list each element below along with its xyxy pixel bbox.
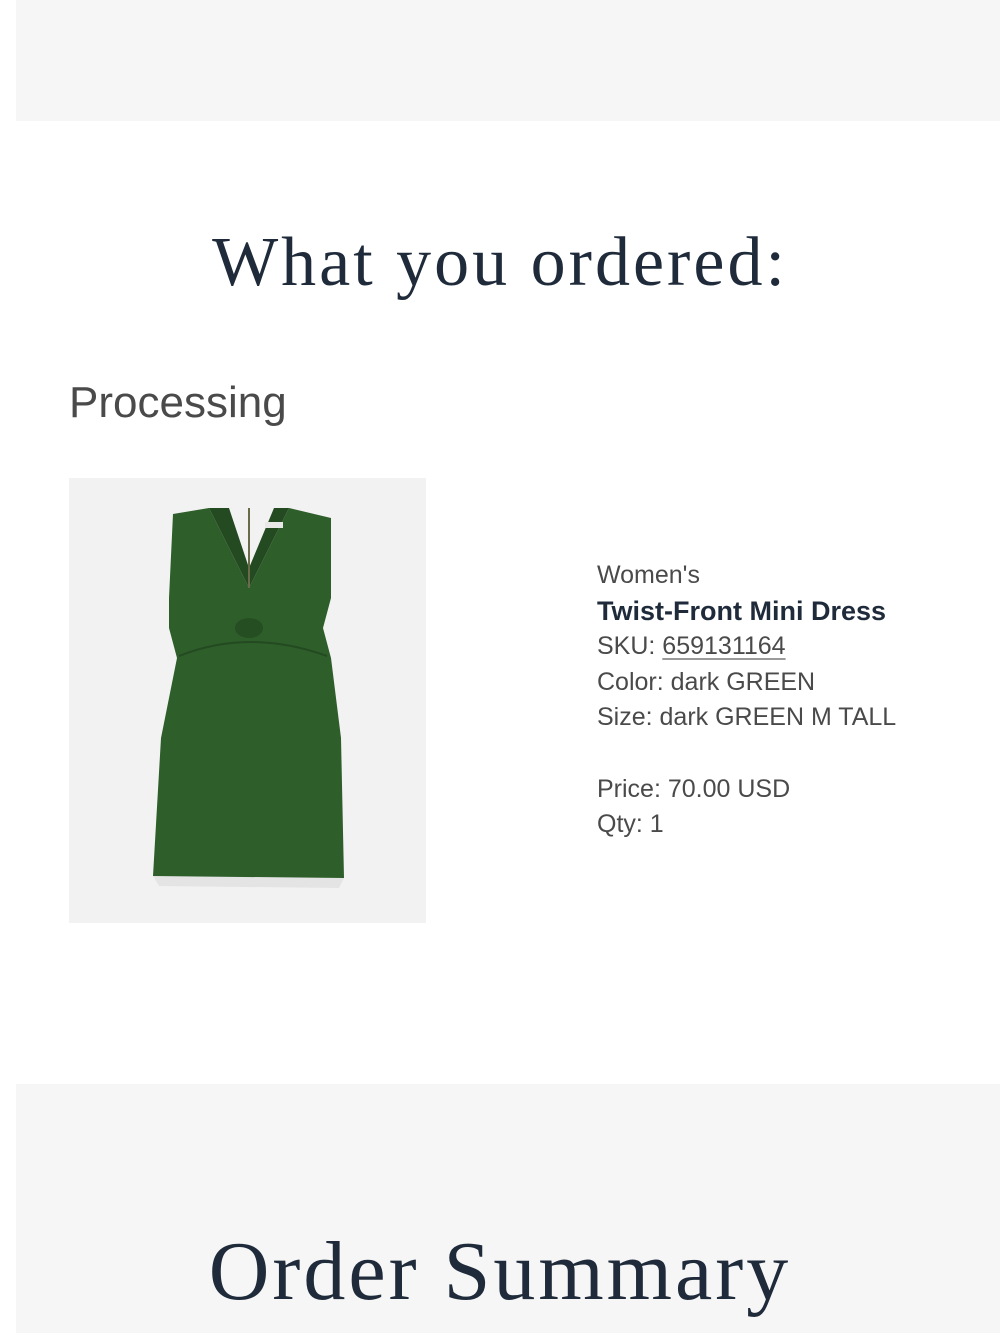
item-price: Price: 70.00 USD bbox=[597, 774, 791, 803]
header-band bbox=[16, 0, 1000, 121]
item-details: Women's Twist-Front Mini Dress SKU: 6591… bbox=[597, 558, 987, 843]
sku-link[interactable]: 659131164 bbox=[662, 632, 785, 660]
item-color: Color: dark GREEN bbox=[597, 667, 816, 696]
item-name[interactable]: Twist-Front Mini Dress bbox=[597, 594, 987, 630]
product-image[interactable] bbox=[69, 478, 426, 923]
item-qty: Qty: 1 bbox=[597, 810, 664, 838]
item-size: Size: dark GREEN M TALL bbox=[597, 703, 897, 731]
dress-icon bbox=[69, 478, 426, 923]
order-summary-heading: Order Summary bbox=[208, 1225, 792, 1318]
what-you-ordered-heading: What you ordered: bbox=[212, 224, 788, 301]
item-sku: SKU: 659131164 bbox=[597, 629, 987, 665]
item-category: Women's bbox=[597, 561, 700, 589]
order-status: Processing bbox=[69, 378, 287, 427]
sku-label: SKU: bbox=[597, 632, 663, 660]
